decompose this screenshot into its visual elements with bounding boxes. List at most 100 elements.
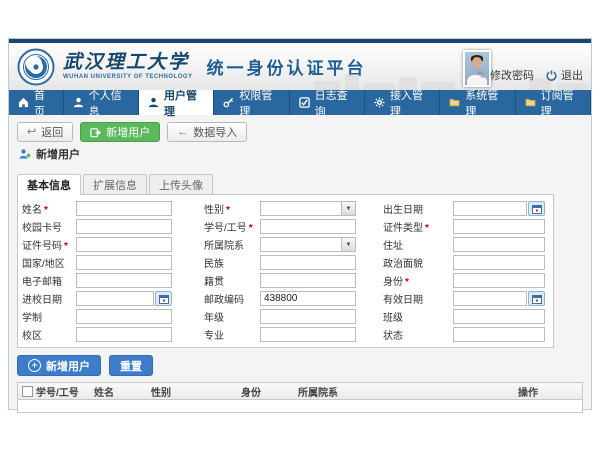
field-label: 住址 (356, 237, 453, 252)
dropdown-arrow-icon[interactable]: ▼ (342, 237, 356, 252)
ethnicity-input[interactable] (260, 255, 356, 270)
field-label: 身份* (356, 273, 453, 288)
required-marker: * (249, 223, 253, 234)
calendar-icon[interactable] (528, 291, 545, 306)
nav-item-system-management[interactable]: 系统管理 (440, 90, 515, 115)
university-logo-icon (17, 48, 55, 86)
logout-label: 退出 (561, 67, 583, 83)
tab-upload-avatar[interactable]: 上传头像 (149, 174, 213, 194)
identity-input[interactable] (453, 273, 545, 288)
university-name-block: 武汉理工大学 WUHAN UNIVERSITY OF TECHNOLOGY (63, 53, 193, 80)
field-label: 证件类型* (356, 219, 453, 234)
nav-label: 个人信息 (89, 87, 129, 119)
column-header-gender: 性别 (149, 384, 239, 399)
column-header-name: 姓名 (92, 384, 149, 399)
reset-button[interactable]: 重置 (109, 355, 153, 376)
nav-label: 订阅管理 (541, 87, 581, 119)
id-type-input[interactable] (453, 219, 545, 234)
birth-date-input[interactable] (453, 201, 527, 216)
nav-item-profile[interactable]: 个人信息 (64, 90, 139, 115)
select-all-checkbox[interactable] (22, 386, 33, 397)
form-row: 进校日期 邮政编码 有效日期 (22, 290, 553, 307)
header: 武汉理工大学 WUHAN UNIVERSITY OF TECHNOLOGY 统一… (9, 43, 591, 90)
user-icon (73, 97, 84, 108)
tab-extended-info[interactable]: 扩展信息 (83, 174, 147, 194)
required-marker: * (405, 277, 409, 288)
form-row: 国家/地区 民族 政治面貌 (22, 254, 553, 271)
nav-item-user-management[interactable]: 用户管理 (139, 90, 214, 115)
plus-circle-icon: + (28, 359, 41, 372)
department-select-input[interactable] (260, 237, 342, 252)
submit-button-label: 新增用户 (46, 358, 90, 374)
submit-add-user-button[interactable]: + 新增用户 (17, 355, 101, 376)
major-input[interactable] (260, 327, 356, 342)
section-title: 新增用户 (36, 146, 80, 162)
change-password-label: 修改密码 (490, 67, 534, 83)
class-input[interactable] (453, 309, 545, 324)
field-label: 籍贯 (172, 273, 260, 288)
skyline-decoration (345, 74, 359, 90)
change-password-link[interactable]: ✎ 修改密码 (477, 67, 534, 83)
field-label: 政治面貌 (356, 255, 453, 270)
field-label: 专业 (172, 327, 260, 342)
native-place-input[interactable] (260, 273, 356, 288)
left-arrow-icon: ← (177, 127, 188, 138)
nav-item-access-management[interactable]: 接入管理 (365, 90, 440, 115)
student-staff-id-input[interactable] (260, 219, 356, 234)
section-header: 新增用户 (19, 148, 583, 160)
tab-basic-info[interactable]: 基本信息 (17, 174, 81, 195)
gender-select-input[interactable] (260, 201, 342, 216)
name-input[interactable] (76, 201, 172, 216)
field-label: 国家/地区 (22, 255, 76, 270)
email-input[interactable] (76, 273, 172, 288)
valid-date-input[interactable] (453, 291, 527, 306)
grade-input[interactable] (260, 309, 356, 324)
field-label: 出生日期 (356, 201, 453, 216)
nav-item-log-query[interactable]: 日志查询 (290, 90, 365, 115)
schooling-length-input[interactable] (76, 309, 172, 324)
add-user-icon (90, 127, 101, 138)
field-label: 民族 (172, 255, 260, 270)
form-row: 学制 年级 班级 (22, 308, 553, 325)
data-import-label: 数据导入 (193, 124, 237, 140)
data-import-button[interactable]: ← 数据导入 (167, 122, 247, 142)
form-tabs: 基本信息 扩展信息 上传头像 (17, 174, 583, 194)
add-user-toolbar-button[interactable]: 新增用户 (80, 122, 160, 142)
results-table-header: 学号/工号 姓名 性别 身份 所属院系 操作 (18, 383, 582, 400)
required-marker: * (44, 205, 48, 216)
empty-table-body (18, 400, 582, 412)
checklist-icon (299, 97, 310, 108)
enrollment-date-input[interactable] (76, 291, 154, 306)
back-arrow-icon: ↩ (27, 127, 36, 138)
nav-item-home[interactable]: 首页 (9, 90, 64, 115)
main-nav: 首页 个人信息 用户管理 权限管理 日志查询 接入管理 系统管理 订阅管理 (9, 90, 591, 115)
form-row: 校园卡号 学号/工号* 证件类型* (22, 218, 553, 235)
skyline-decoration (421, 82, 455, 90)
form-row: 校区 专业 状态 (22, 326, 553, 343)
status-input[interactable] (453, 327, 545, 342)
country-region-input[interactable] (76, 255, 172, 270)
nav-label: 日志查询 (315, 87, 355, 119)
skyline-decoration (557, 83, 587, 90)
column-header-id: 学号/工号 (34, 384, 92, 399)
skyline-decoration (314, 81, 340, 90)
campus-input[interactable] (76, 327, 172, 342)
logout-link[interactable]: 退出 (546, 67, 583, 83)
address-input[interactable] (453, 237, 545, 252)
id-number-input[interactable] (76, 237, 172, 252)
campus-card-no-input[interactable] (76, 219, 172, 234)
nav-item-permission-management[interactable]: 权限管理 (214, 90, 289, 115)
nav-label: 首页 (34, 87, 54, 119)
dropdown-arrow-icon[interactable]: ▼ (342, 201, 356, 216)
power-icon (546, 70, 557, 81)
calendar-icon[interactable] (528, 201, 545, 216)
postal-code-input[interactable] (260, 291, 356, 306)
column-header-identity: 身份 (239, 384, 296, 399)
back-button[interactable]: ↩ 返回 (17, 122, 73, 142)
political-status-input[interactable] (453, 255, 545, 270)
users-icon (148, 97, 159, 108)
nav-item-subscription-management[interactable]: 订阅管理 (516, 90, 591, 115)
field-label: 姓名* (22, 201, 76, 216)
skyline-decoration (399, 77, 417, 90)
calendar-icon[interactable] (155, 291, 172, 306)
